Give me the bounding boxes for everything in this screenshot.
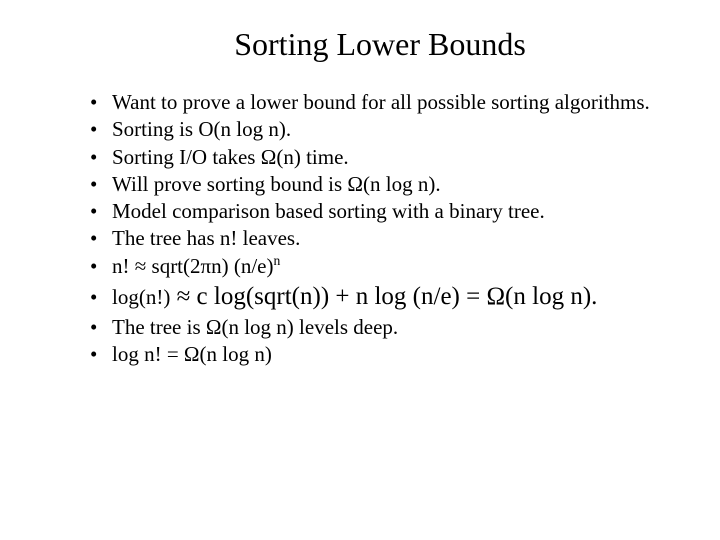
superscript: n [274, 253, 281, 268]
page-title: Sorting Lower Bounds [120, 26, 640, 63]
bullet-list: Want to prove a lower bound for all poss… [40, 89, 680, 368]
bullet-text: The tree has n! leaves. [112, 226, 300, 250]
list-item: log n! = Ω(n log n) [90, 341, 680, 367]
slide: Sorting Lower Bounds Want to prove a low… [0, 0, 720, 540]
bullet-text: n! ≈ sqrt(2πn) (n/e) [112, 254, 274, 278]
list-item: Sorting I/O takes Ω(n) time. [90, 144, 680, 170]
bullet-text: Sorting is O(n log n). [112, 117, 291, 141]
bullet-text: log n! = Ω(n log n) [112, 342, 272, 366]
list-item-emphasized: log(n!) ≈ c log(sqrt(n)) + n log (n/e) =… [90, 281, 680, 312]
list-item: Will prove sorting bound is Ω(n log n). [90, 171, 680, 197]
bullet-text: Model comparison based sorting with a bi… [112, 199, 545, 223]
list-item: Want to prove a lower bound for all poss… [90, 89, 680, 115]
bullet-text: The tree is Ω(n log n) levels deep. [112, 315, 398, 339]
bullet-text-prefix: log(n!) [112, 285, 170, 309]
bullet-text-rest: ≈ c log(sqrt(n)) + n log (n/e) = Ω(n log… [170, 283, 597, 310]
list-item: The tree is Ω(n log n) levels deep. [90, 314, 680, 340]
list-item: The tree has n! leaves. [90, 225, 680, 251]
bullet-text: Will prove sorting bound is Ω(n log n). [112, 172, 441, 196]
list-item: Sorting is O(n log n). [90, 116, 680, 142]
list-item: n! ≈ sqrt(2πn) (n/e)n [90, 253, 680, 279]
bullet-text: Sorting I/O takes Ω(n) time. [112, 145, 349, 169]
bullet-text: Want to prove a lower bound for all poss… [112, 90, 650, 114]
list-item: Model comparison based sorting with a bi… [90, 198, 680, 224]
